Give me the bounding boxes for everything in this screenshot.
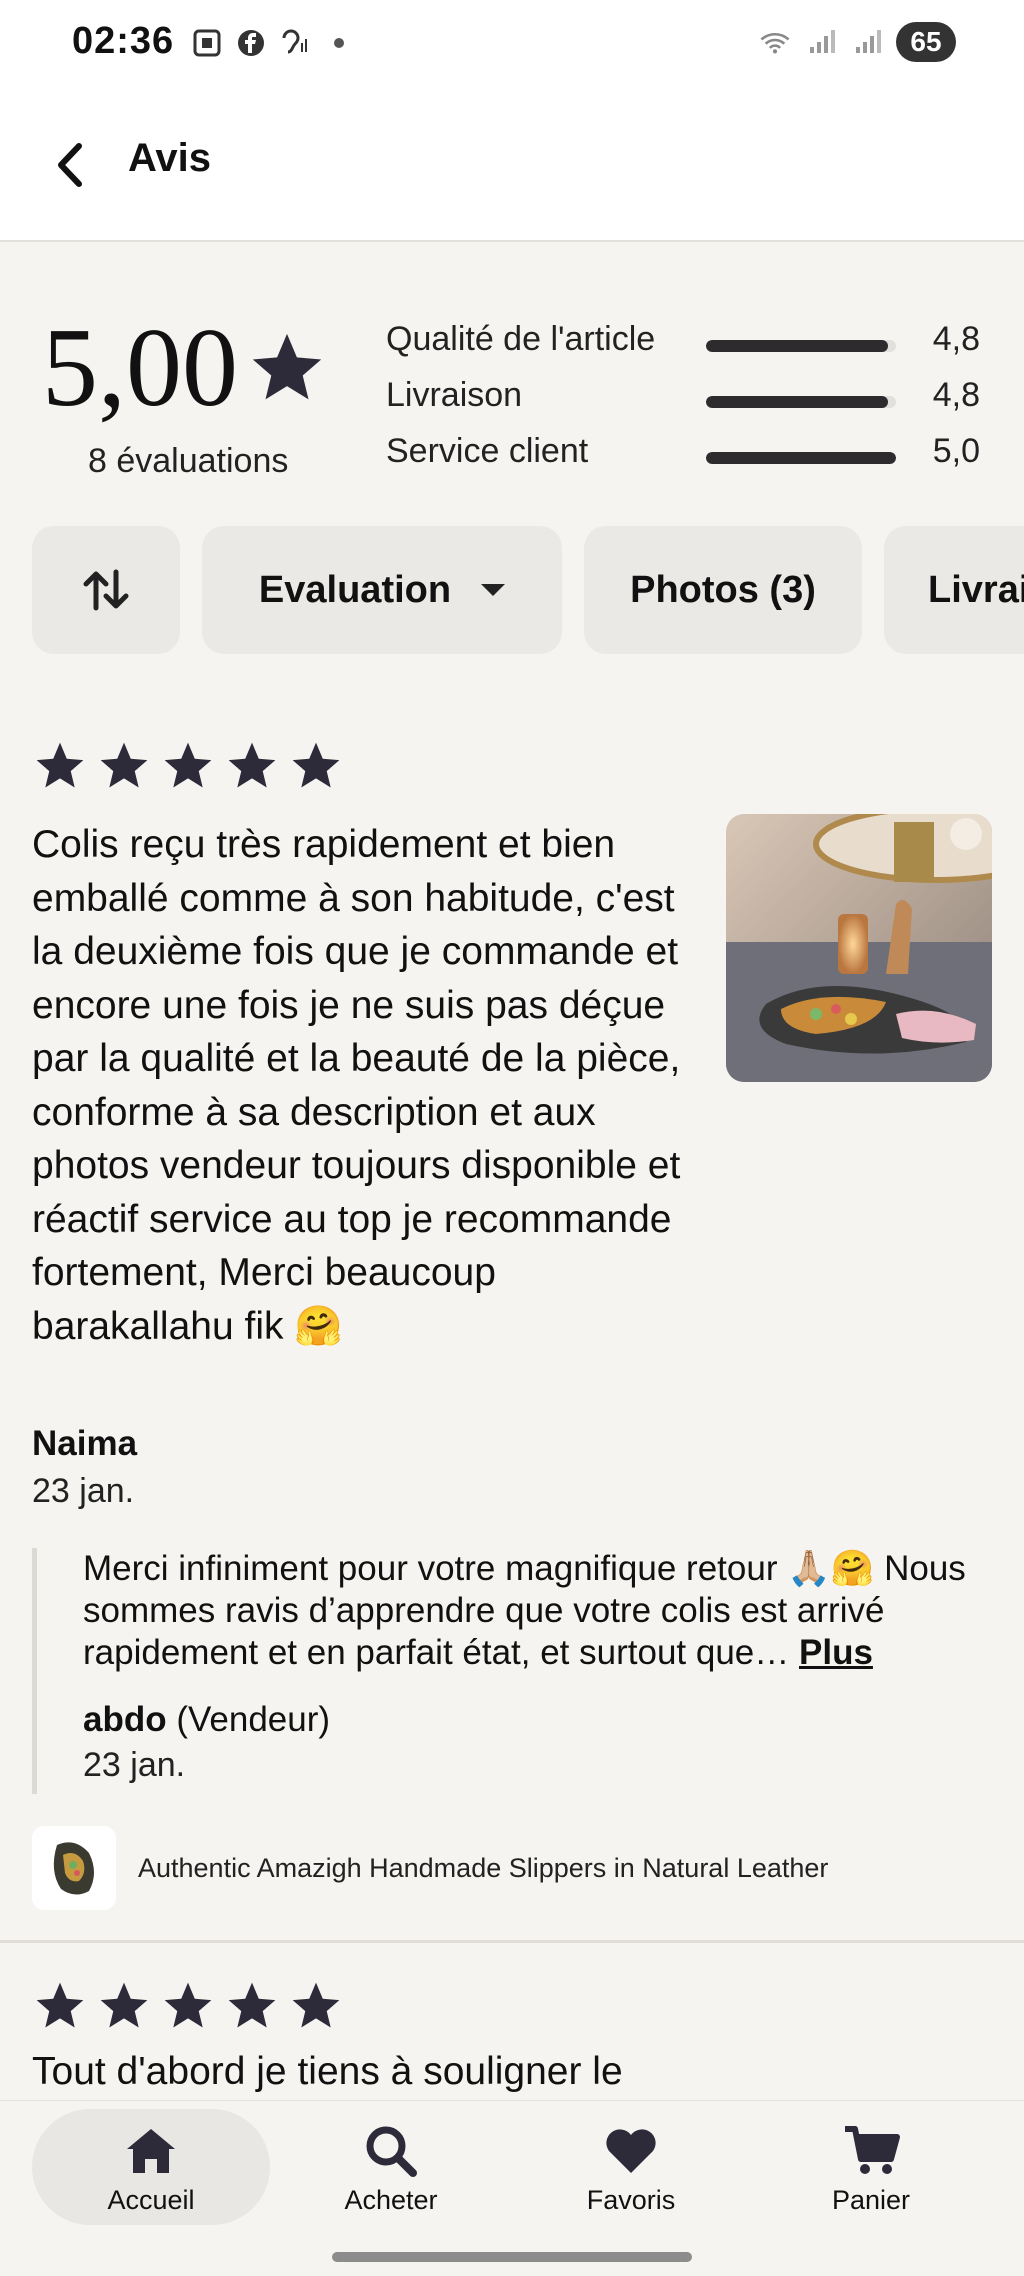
heart-icon (606, 2129, 656, 2173)
more-link[interactable]: Plus (799, 1633, 873, 1672)
nav-label: Acheter (344, 2185, 438, 2215)
listing-title: Authentic Amazigh Handmade Slippers in N… (138, 1852, 829, 1883)
nav-favorites[interactable]: Favoris (512, 2109, 750, 2225)
filter-bar: Evaluation Photos (3) Livrai (0, 526, 1024, 656)
delivery-filter[interactable]: Livrai (884, 526, 1024, 654)
caret-down-icon (481, 584, 506, 596)
metric-label: Qualité de l'article (386, 320, 656, 358)
metric-bar (706, 340, 896, 352)
dot-icon (322, 26, 356, 60)
star-icon (36, 742, 84, 788)
review-photo[interactable] (726, 814, 992, 1082)
reply-text-block: Merci infiniment pour votre magnifique r… (83, 1548, 1003, 1674)
star-icon (164, 742, 212, 788)
star-icon (252, 333, 322, 400)
facebook-icon (234, 26, 268, 60)
nav-cart[interactable]: Panier (752, 2109, 990, 2225)
review-date: 23 jan. (32, 1472, 135, 1510)
metric-value: 4,8 (932, 320, 980, 358)
star-icon (100, 742, 148, 788)
star-icon (36, 1982, 84, 2028)
nav-shop[interactable]: Acheter (272, 2109, 510, 2225)
seller-reply: Merci infiniment pour votre magnifique r… (32, 1548, 992, 1794)
metric-label: Livraison (386, 376, 523, 414)
review-author: Naima (32, 1424, 138, 1463)
delivery-filter-label: Livrai (928, 568, 1024, 611)
metric-bar (706, 452, 896, 464)
chevron-left-icon (58, 143, 82, 187)
rating-metrics: Qualité de l'article 4,8 Livraison 4,8 S… (386, 312, 986, 480)
metric-value: 5,0 (932, 432, 980, 470)
status-left-icons (190, 26, 356, 60)
hearing-icon (278, 26, 312, 60)
review-count: 8 évaluations (88, 442, 289, 480)
reply-author-role: (Vendeur) (176, 1700, 331, 1739)
search-icon (366, 2126, 417, 2177)
review-text: Colis reçu très rapidement et bien embal… (32, 823, 681, 1348)
back-button[interactable] (44, 134, 96, 196)
reply-author: abdo (Vendeur) (83, 1700, 330, 1740)
reply-author-name: abdo (83, 1700, 167, 1739)
battery-indicator: 65 (896, 22, 956, 62)
status-time: 02:36 (72, 20, 175, 62)
metric-service: Service client 5,0 (386, 424, 986, 480)
review-text: Tout d'abord je tiens à souligner le (32, 2050, 623, 2093)
star-icon (292, 742, 340, 788)
photos-filter-label: Photos (3) (630, 568, 816, 611)
app-bar: Avis (0, 90, 1024, 242)
nav-label: Panier (831, 2185, 911, 2215)
star-icon (292, 1982, 340, 2028)
status-right-icons: 65 (758, 22, 956, 62)
star-icon (164, 1982, 212, 2028)
sort-button[interactable] (32, 526, 180, 654)
photos-filter[interactable]: Photos (3) (584, 526, 862, 654)
signal-icon (804, 25, 838, 59)
bottom-nav: Accueil Acheter Favoris Panier (0, 2100, 1024, 2276)
home-icon (127, 2129, 175, 2173)
wifi-icon (758, 25, 792, 59)
metric-quality: Qualité de l'article 4,8 (386, 312, 986, 368)
cart-icon (845, 2126, 900, 2174)
signal-icon (850, 25, 884, 59)
rating-summary: 5,00 8 évaluations Qualité de l'article … (0, 242, 1024, 502)
listing-thumbnail (32, 1826, 116, 1910)
review-stars (32, 1978, 344, 2034)
screenshot-icon (190, 26, 224, 60)
overall-rating-value: 5,00 (42, 306, 238, 430)
divider (0, 1940, 1024, 1943)
status-bar: 02:36 65 (0, 0, 1024, 90)
star-icon (228, 742, 276, 788)
star-icon (100, 1982, 148, 2028)
metric-label: Service client (386, 432, 589, 470)
nav-home[interactable]: Accueil (32, 2109, 270, 2225)
listing-link[interactable]: Authentic Amazigh Handmade Slippers in N… (32, 1826, 992, 1910)
star-icon (228, 1982, 276, 2028)
nav-label: Favoris (586, 2185, 676, 2215)
metric-bar (706, 396, 896, 408)
home-indicator (332, 2252, 692, 2262)
page-title: Avis (128, 136, 212, 180)
review-stars (32, 738, 344, 794)
nav-label: Accueil (107, 2185, 195, 2215)
metric-delivery: Livraison 4,8 (386, 368, 986, 424)
evaluation-filter[interactable]: Evaluation (202, 526, 562, 654)
metric-value: 4,8 (932, 376, 980, 414)
evaluation-filter-label: Evaluation (258, 568, 452, 611)
reply-date: 23 jan. (83, 1746, 186, 1784)
overall-rating: 5,00 (42, 312, 328, 424)
sort-arrows-icon (83, 569, 129, 611)
